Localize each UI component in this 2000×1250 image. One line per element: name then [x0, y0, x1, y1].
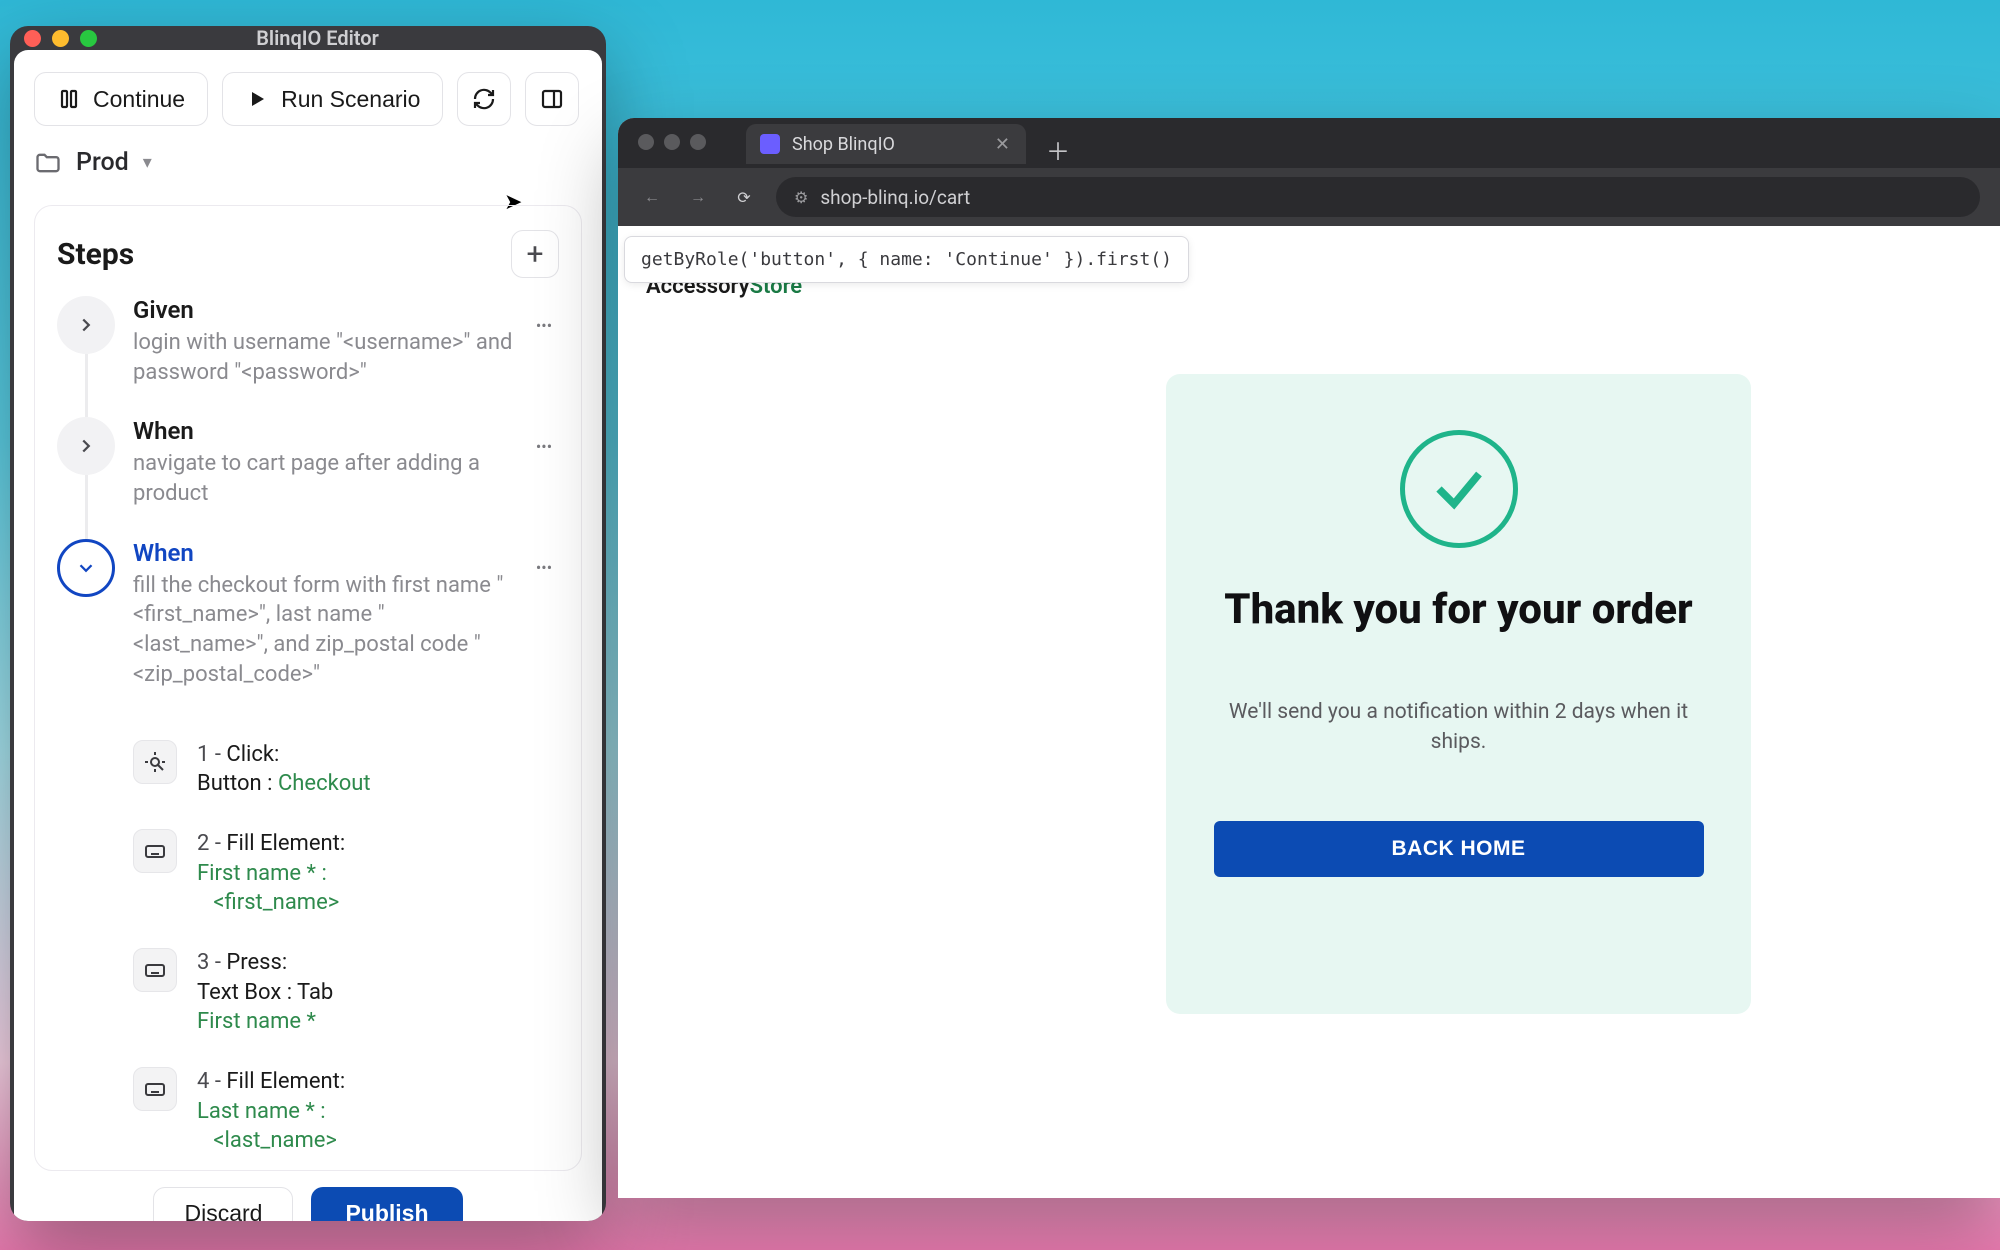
steps-card: Steps + Given login with username "<user… — [34, 205, 582, 1171]
window-close-icon[interactable] — [24, 30, 41, 47]
substep-item[interactable]: 4 - Fill Element: Last name * : <last_na… — [133, 1067, 559, 1156]
step-connector — [85, 475, 88, 538]
browser-chrome: Shop BlinqIO ✕ ＋ ← → ⟳ ⚙︎ shop-blinq.io/… — [618, 118, 2000, 226]
panel-right-icon — [540, 87, 564, 111]
window-zoom-icon[interactable] — [690, 134, 706, 150]
chevron-down-icon — [75, 557, 97, 579]
substep-text: 2 - Fill Element: First name * : <first_… — [197, 829, 345, 918]
step-connector — [85, 354, 88, 417]
new-tab-button[interactable]: ＋ — [1046, 132, 1070, 167]
browser-window: Shop BlinqIO ✕ ＋ ← → ⟳ ⚙︎ shop-blinq.io/… — [618, 118, 2000, 1198]
confirmation-subtitle: We'll send you a notification within 2 d… — [1210, 697, 1707, 758]
url-text: shop-blinq.io/cart — [820, 186, 970, 209]
keyboard-icon — [133, 829, 177, 873]
page-content: AccessoryStore Thank you for your order … — [618, 226, 2000, 1198]
continue-button[interactable]: Continue — [34, 72, 208, 126]
panel-toggle-button[interactable] — [525, 72, 579, 126]
steps-heading: Steps — [57, 237, 134, 272]
folder-icon — [34, 149, 62, 177]
step-item[interactable]: Given login with username "<username>" a… — [57, 296, 559, 387]
chevron-right-icon — [75, 435, 97, 457]
run-scenario-button[interactable]: Run Scenario — [222, 72, 443, 126]
ellipsis-icon: ••• — [536, 316, 552, 335]
address-bar: ← → ⟳ ⚙︎ shop-blinq.io/cart — [618, 168, 2000, 226]
step-description: navigate to cart page after adding a pro… — [133, 449, 519, 508]
substep-text: 3 - Press: Text Box : Tab First name * — [197, 948, 333, 1037]
substep-item[interactable]: 2 - Fill Element: First name * : <first_… — [133, 829, 559, 918]
step-more-button[interactable]: ••• — [529, 553, 559, 583]
step-collapse-button[interactable] — [57, 539, 115, 597]
editor-window: BlinqIO Editor ➤ Continue Run Scenario P… — [10, 26, 606, 1221]
nav-reload-button[interactable]: ⟳ — [730, 188, 758, 207]
url-field[interactable]: ⚙︎ shop-blinq.io/cart — [776, 177, 1980, 217]
confirmation-title: Thank you for your order — [1224, 584, 1692, 637]
editor-toolbar: Continue Run Scenario — [34, 72, 582, 126]
add-step-button[interactable]: + — [511, 230, 559, 278]
editor-footer: Discard Publish — [34, 1187, 582, 1221]
back-home-button[interactable]: BACK HOME — [1214, 821, 1704, 877]
substep-item[interactable]: 1 - Click: Button : Checkout — [133, 740, 559, 799]
pause-icon — [57, 87, 81, 111]
browser-traffic-lights[interactable] — [638, 134, 706, 150]
keyboard-icon — [133, 1067, 177, 1111]
site-info-icon[interactable]: ⚙︎ — [794, 188, 808, 207]
window-close-icon[interactable] — [638, 134, 654, 150]
step-keyword: Given — [133, 296, 519, 324]
refresh-icon — [472, 87, 496, 111]
ellipsis-icon: ••• — [536, 437, 552, 456]
plus-icon: + — [526, 237, 543, 272]
tab-favicon-icon — [760, 134, 780, 154]
discard-button[interactable]: Discard — [153, 1187, 293, 1221]
tab-title: Shop BlinqIO — [792, 134, 895, 155]
publish-button[interactable]: Publish — [311, 1187, 462, 1221]
window-minimize-icon[interactable] — [664, 134, 680, 150]
editor-titlebar: BlinqIO Editor — [10, 26, 606, 50]
editor-body: ➤ Continue Run Scenario Prod ▾ — [14, 50, 602, 1221]
run-label: Run Scenario — [281, 86, 420, 113]
tab-strip: Shop BlinqIO ✕ ＋ — [618, 118, 2000, 168]
tab-close-button[interactable]: ✕ — [995, 134, 1010, 155]
nav-forward-button: → — [684, 187, 712, 207]
chevron-right-icon — [75, 314, 97, 336]
step-expand-button[interactable] — [57, 417, 115, 475]
environment-name: Prod — [76, 148, 129, 177]
steps-list: Given login with username "<username>" a… — [57, 296, 559, 1156]
refresh-button[interactable] — [457, 72, 511, 126]
step-keyword: When — [133, 417, 519, 445]
substep-text: 4 - Fill Element: Last name * : <last_na… — [197, 1067, 345, 1156]
chevron-down-icon: ▾ — [143, 152, 152, 173]
environment-selector[interactable]: Prod ▾ — [34, 148, 582, 177]
step-keyword: When — [133, 539, 519, 567]
step-item-active[interactable]: When fill the checkout form with first n… — [57, 539, 559, 690]
step-item[interactable]: When navigate to cart page after adding … — [57, 417, 559, 508]
step-description: fill the checkout form with first name "… — [133, 571, 519, 690]
selector-tooltip: getByRole('button', { name: 'Continue' }… — [624, 236, 1189, 283]
step-description: login with username "<username>" and pas… — [133, 328, 519, 387]
substeps-list: 1 - Click: Button : Checkout 2 - Fill El… — [133, 740, 559, 1157]
step-more-button[interactable]: ••• — [529, 310, 559, 340]
ellipsis-icon: ••• — [536, 558, 552, 577]
success-check-icon — [1400, 430, 1518, 548]
substep-item[interactable]: 3 - Press: Text Box : Tab First name * — [133, 948, 559, 1037]
continue-label: Continue — [93, 86, 185, 113]
window-title: BlinqIO Editor — [43, 26, 592, 50]
substep-text: 1 - Click: Button : Checkout — [197, 740, 371, 799]
keyboard-icon — [133, 948, 177, 992]
browser-tab[interactable]: Shop BlinqIO ✕ — [746, 124, 1026, 164]
click-action-icon — [133, 740, 177, 784]
nav-back-button[interactable]: ← — [638, 187, 666, 207]
step-more-button[interactable]: ••• — [529, 431, 559, 461]
order-confirmation-card: Thank you for your order We'll send you … — [1166, 374, 1751, 1014]
step-expand-button[interactable] — [57, 296, 115, 354]
play-icon — [245, 87, 269, 111]
